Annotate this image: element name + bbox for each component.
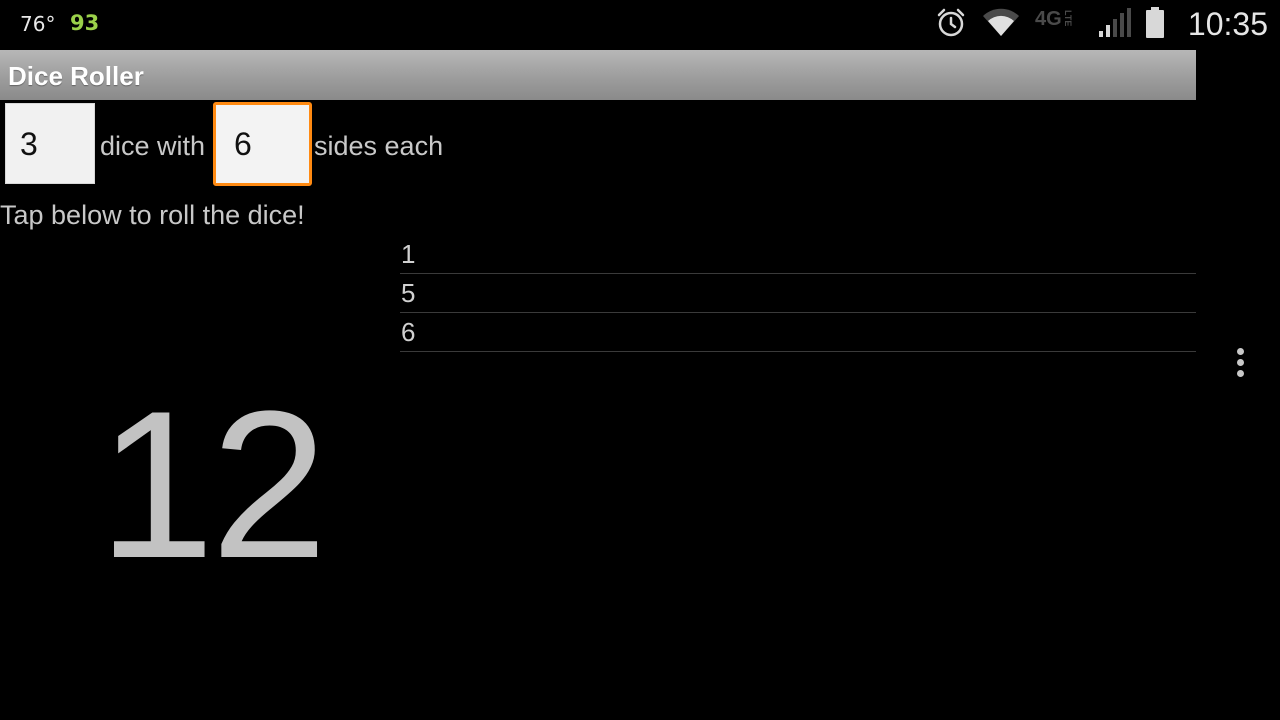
roll-instruction: Tap below to roll the dice!: [0, 200, 305, 230]
list-item: 6: [400, 313, 1196, 352]
list-item: 5: [400, 274, 1196, 313]
screen: 76° 93 4G LTE 10:35 Dice Roller 3 dice w…: [0, 0, 1280, 720]
clock: 10:35: [1187, 6, 1268, 42]
network-subtype-label: LTE: [1063, 10, 1073, 27]
alarm-icon: [935, 7, 967, 43]
wifi-icon: [981, 8, 1021, 42]
status-bar: 76° 93 4G LTE 10:35: [0, 0, 1280, 50]
overflow-dot: [1236, 347, 1244, 355]
overflow-dot: [1236, 358, 1244, 366]
battery-level-readout: 93: [70, 11, 100, 35]
app-title: Dice Roller: [8, 61, 144, 91]
network-type-label: 4G: [1035, 8, 1062, 30]
overflow-dot: [1236, 369, 1244, 377]
sides-each-label: sides each: [314, 131, 444, 161]
status-icons: 4G LTE: [935, 7, 1165, 43]
signal-icon: [1097, 7, 1131, 43]
dice-count-input[interactable]: 3: [5, 103, 95, 184]
sides-count-input[interactable]: 6: [213, 102, 312, 186]
temperature-readout: 76°: [20, 12, 56, 36]
dice-with-label: dice with: [100, 131, 206, 161]
roll-total[interactable]: 12: [98, 380, 328, 590]
roll-results-list: 1 5 6: [400, 235, 1196, 352]
lte-icon: 4G LTE: [1035, 8, 1083, 42]
list-item: 1: [400, 235, 1196, 274]
battery-icon: [1145, 7, 1165, 43]
action-bar: Dice Roller: [0, 50, 1196, 100]
overflow-menu-button[interactable]: [1228, 338, 1252, 386]
